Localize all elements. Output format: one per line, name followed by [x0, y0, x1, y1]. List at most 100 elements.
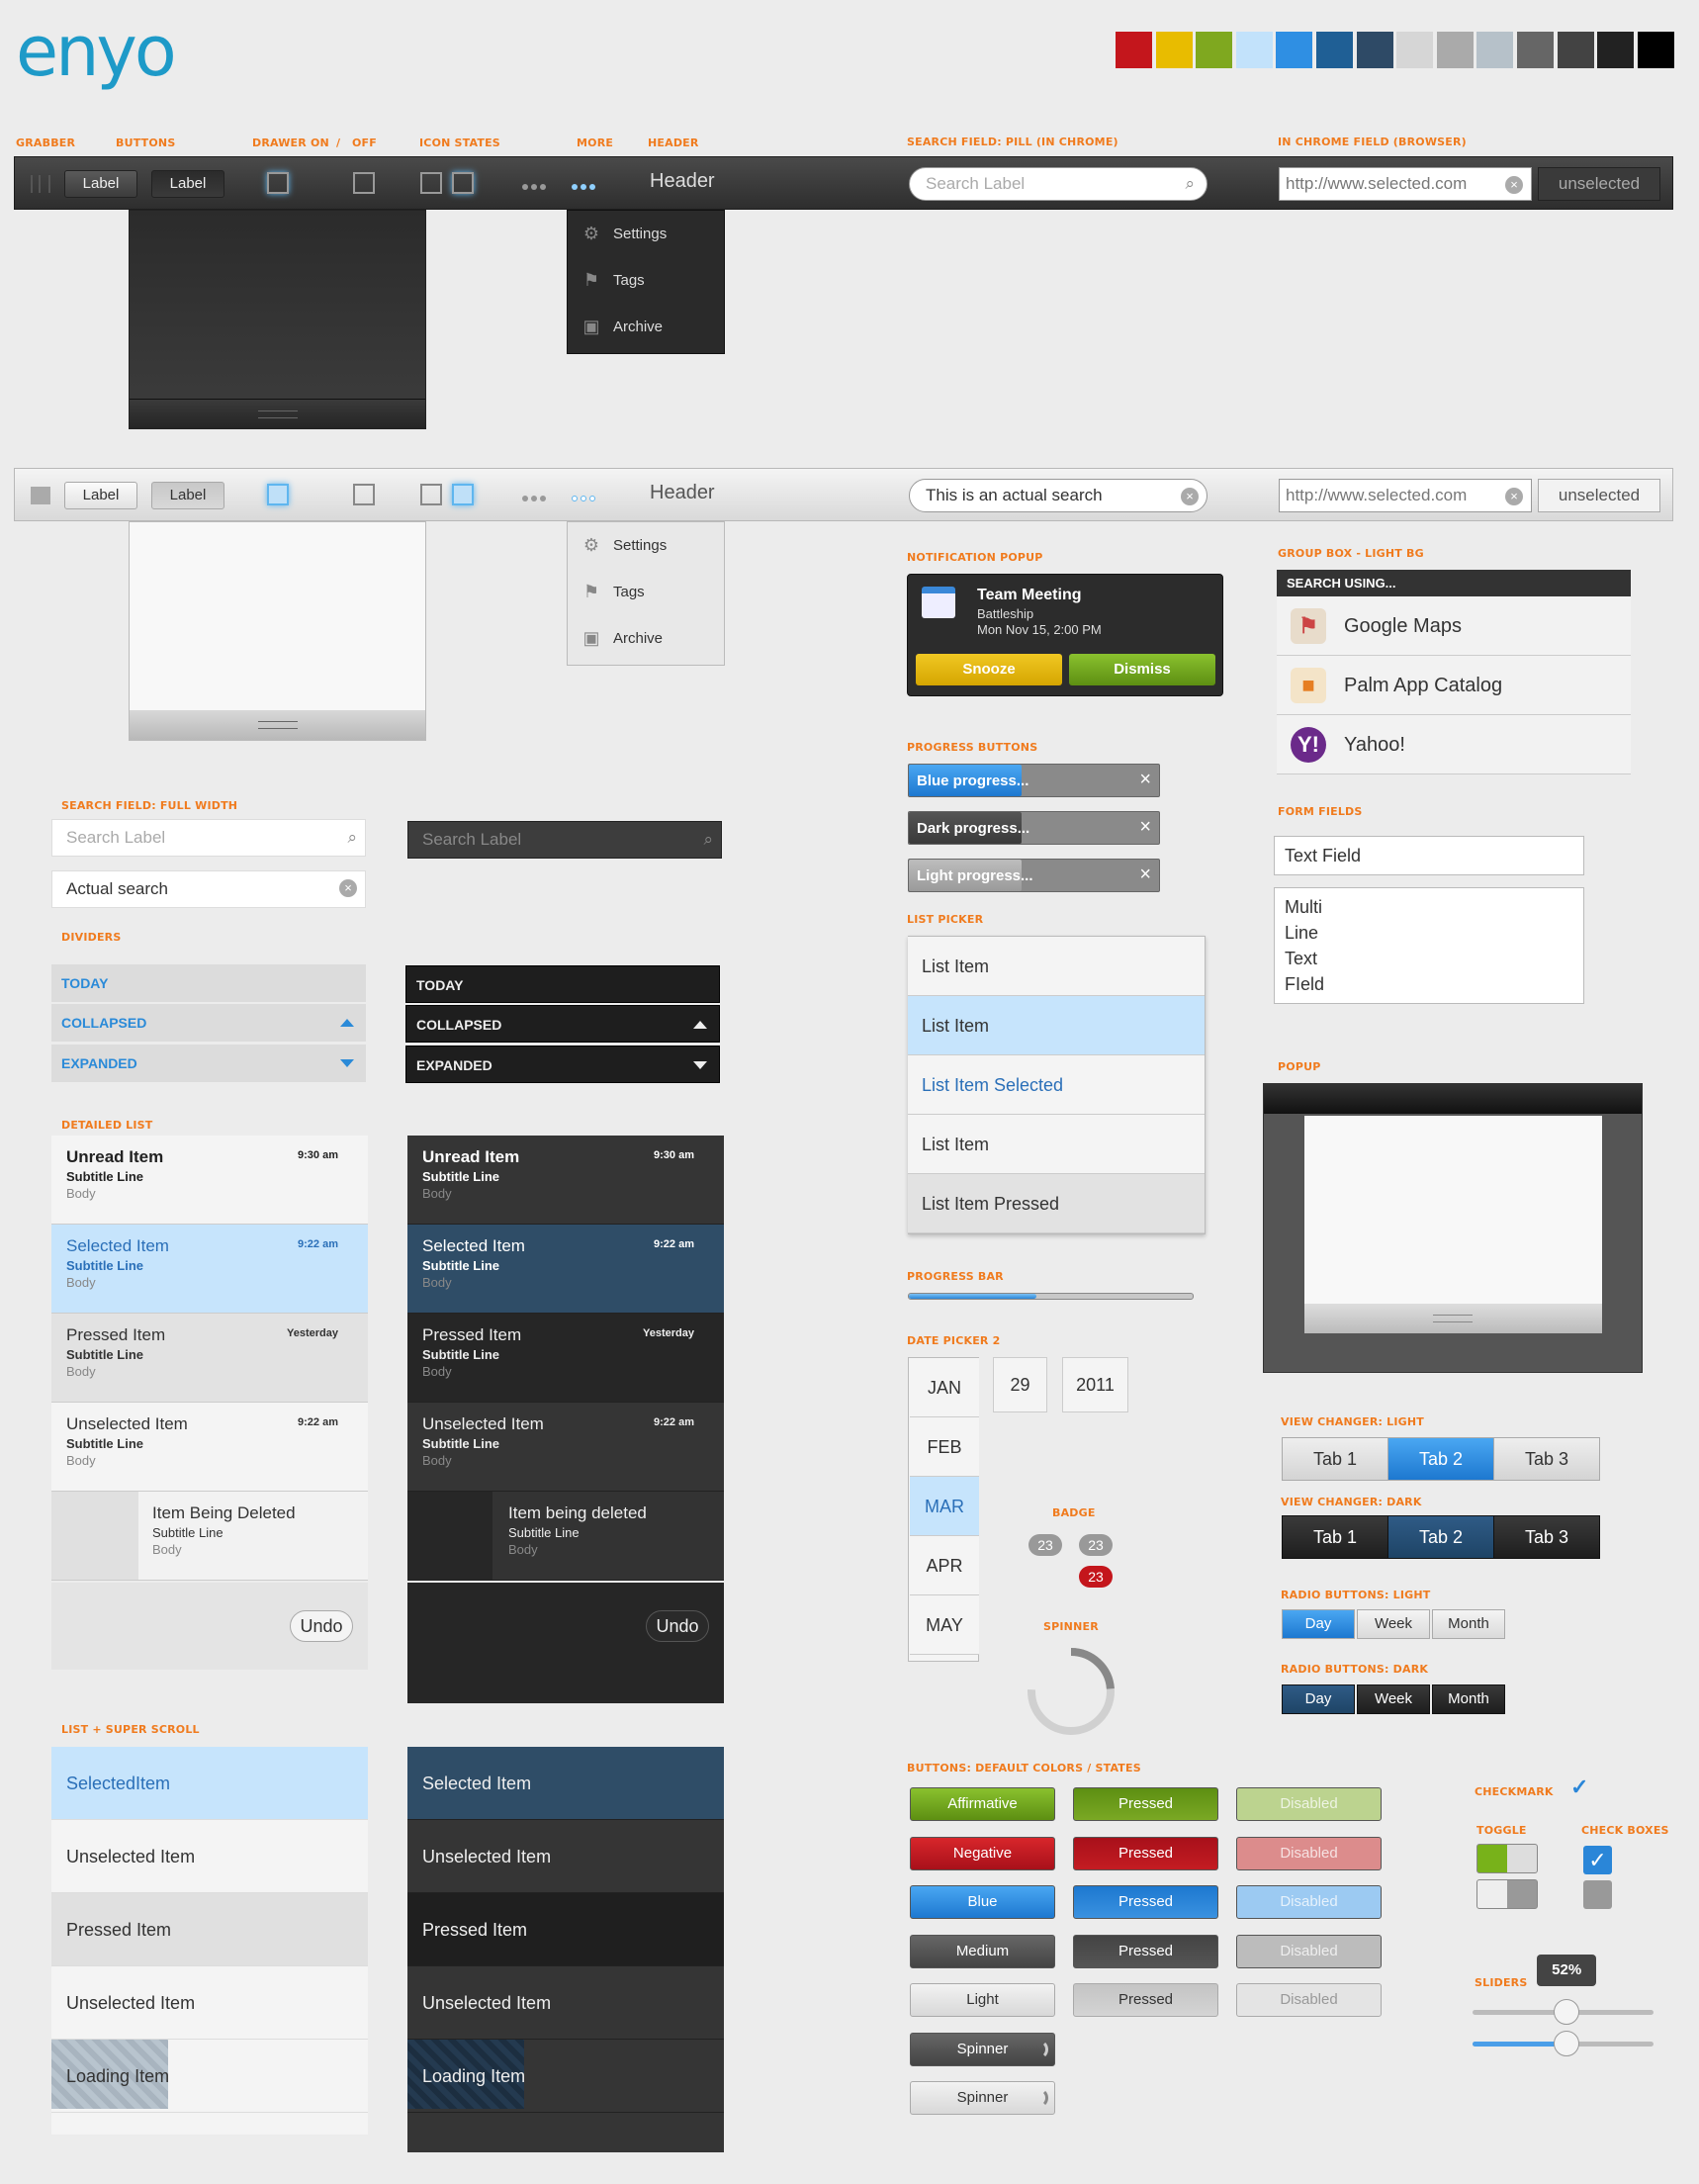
month-option[interactable]: MAR: [910, 1477, 979, 1536]
dismiss-button[interactable]: Dismiss: [1069, 654, 1215, 685]
list-item[interactable]: Unselected Item: [51, 1820, 368, 1893]
drawer-on-icon[interactable]: [267, 484, 289, 505]
progress-button[interactable]: Light progress... ×: [908, 859, 1160, 892]
button-default[interactable]: Negative: [910, 1836, 1055, 1870]
group-item-yahoo[interactable]: Y! Yahoo!: [1277, 715, 1631, 774]
grabber-handle[interactable]: [31, 487, 50, 504]
unselected-field[interactable]: unselected: [1538, 167, 1660, 201]
list-picker-item[interactable]: List Item: [908, 996, 1205, 1055]
divider-collapsed[interactable]: COLLAPSED: [51, 1004, 366, 1042]
more-icon[interactable]: [522, 181, 549, 193]
list-item-deleting-dark[interactable]: Item being deleted Subtitle Line Body: [407, 1492, 724, 1581]
square-icon[interactable]: [420, 172, 442, 194]
button-default[interactable]: Medium: [910, 1934, 1055, 1968]
list-picker-item[interactable]: List Item Pressed: [908, 1174, 1205, 1233]
tab-light[interactable]: Tab 2: [1387, 1437, 1494, 1481]
day-picker[interactable]: 29: [993, 1357, 1047, 1412]
search-icon[interactable]: ⌕: [347, 820, 357, 856]
toolbar-button[interactable]: Label: [64, 482, 137, 509]
toolbar-button-pressed[interactable]: Label: [151, 170, 224, 198]
list-item[interactable]: Pressed Item: [51, 1893, 368, 1966]
button-pressed[interactable]: Pressed: [1073, 1885, 1218, 1919]
menu-item-archive[interactable]: ▣ Archive: [568, 304, 724, 350]
list-item[interactable]: Selected Item Subtitle Line Body 9:22 am: [51, 1225, 368, 1314]
tab-dark[interactable]: Tab 3: [1493, 1515, 1600, 1559]
slider-knob[interactable]: [1554, 2031, 1580, 2056]
button-pressed[interactable]: Pressed: [1073, 1934, 1218, 1968]
square-active-icon[interactable]: [452, 172, 474, 194]
list-item-dark[interactable]: Loading Item: [407, 2040, 724, 2113]
more-active-icon[interactable]: [572, 181, 598, 193]
undo-button[interactable]: Undo: [646, 1610, 709, 1642]
drawer-on-icon[interactable]: [267, 172, 289, 194]
list-item-dark[interactable]: Unselected Item: [407, 1820, 724, 1893]
tab-light[interactable]: Tab 3: [1493, 1437, 1600, 1481]
url-field[interactable]: http://www.selected.com ×: [1279, 479, 1532, 512]
unselected-field[interactable]: unselected: [1538, 479, 1660, 512]
multiline-field[interactable]: Multi Line Text FIeld: [1274, 887, 1584, 1004]
tab-light[interactable]: Tab 1: [1282, 1437, 1388, 1481]
menu-item-archive[interactable]: ▣ Archive: [568, 615, 724, 662]
slider-knob[interactable]: [1554, 1999, 1580, 2025]
toggle-off[interactable]: [1476, 1879, 1538, 1909]
button-pressed[interactable]: Pressed: [1073, 1787, 1218, 1821]
list-item[interactable]: Loading Item: [51, 2040, 368, 2113]
drawer-grip[interactable]: [130, 399, 425, 428]
clear-icon[interactable]: ×: [1181, 488, 1199, 505]
list-item[interactable]: Unread Item Subtitle Line Body 9:30 am: [51, 1136, 368, 1225]
divider-expanded-dark[interactable]: EXPANDED: [405, 1046, 720, 1083]
list-item-dark[interactable]: Pressed Item Subtitle Line Body Yesterday: [407, 1314, 724, 1403]
button-pressed[interactable]: Pressed: [1073, 1983, 1218, 2017]
text-field[interactable]: Text Field: [1274, 836, 1584, 875]
toolbar-button-pressed[interactable]: Label: [151, 482, 224, 509]
search-pill[interactable]: Search Label ⌕: [909, 167, 1207, 201]
radio-dark[interactable]: Week: [1357, 1684, 1430, 1714]
search-icon[interactable]: ⌕: [703, 822, 713, 858]
button-default[interactable]: Spinner: [910, 2032, 1055, 2066]
month-option[interactable]: MAY: [910, 1595, 979, 1655]
more-active-icon[interactable]: [572, 493, 598, 504]
drawer-off-icon[interactable]: [353, 484, 375, 505]
menu-item-settings[interactable]: ⚙ Settings: [568, 522, 724, 569]
url-field[interactable]: http://www.selected.com ×: [1279, 167, 1532, 201]
divider-collapsed-dark[interactable]: COLLAPSED: [405, 1005, 720, 1043]
search-full-dark[interactable]: Search Label ⌕: [407, 821, 722, 859]
list-item-dark[interactable]: Unread Item Subtitle Line Body 9:30 am: [407, 1136, 724, 1225]
menu-item-settings[interactable]: ⚙ Settings: [568, 211, 724, 257]
checkbox-unchecked[interactable]: [1583, 1880, 1612, 1909]
drawer-grip[interactable]: [130, 710, 425, 740]
radio-light[interactable]: Day: [1282, 1609, 1355, 1639]
radio-light[interactable]: Week: [1357, 1609, 1430, 1639]
toggle-on[interactable]: [1476, 1844, 1538, 1873]
snooze-button[interactable]: Snooze: [916, 654, 1062, 685]
progress-button[interactable]: Dark progress... ×: [908, 811, 1160, 845]
list-item-dark[interactable]: Pressed Item: [407, 1893, 724, 1966]
square-active-icon[interactable]: [452, 484, 474, 505]
tab-dark[interactable]: Tab 2: [1387, 1515, 1494, 1559]
button-pressed[interactable]: Pressed: [1073, 1836, 1218, 1870]
list-item-deleting[interactable]: Item Being Deleted Subtitle Line Body: [51, 1492, 368, 1581]
button-default[interactable]: Spinner: [910, 2081, 1055, 2115]
month-option[interactable]: FEB: [910, 1417, 979, 1477]
close-icon[interactable]: ×: [1139, 769, 1151, 791]
toolbar-button[interactable]: Label: [64, 170, 137, 198]
search-pill[interactable]: This is an actual search ×: [909, 479, 1207, 512]
list-item-dark[interactable]: Unselected Item Subtitle Line Body 9:22 am: [407, 1403, 724, 1492]
button-default[interactable]: Blue: [910, 1885, 1055, 1919]
list-picker-item[interactable]: List Item Selected: [908, 1055, 1205, 1115]
undo-button[interactable]: Undo: [290, 1610, 353, 1642]
clear-icon[interactable]: ×: [1505, 176, 1523, 194]
list-item[interactable]: Pressed Item Subtitle Line Body Yesterday: [51, 1314, 368, 1403]
list-item-dark[interactable]: Unselected Item: [407, 1966, 724, 2040]
list-picker-item[interactable]: List Item: [908, 1115, 1205, 1174]
radio-light[interactable]: Month: [1432, 1609, 1505, 1639]
radio-dark[interactable]: Month: [1432, 1684, 1505, 1714]
menu-item-tags[interactable]: ⚑ Tags: [568, 569, 724, 615]
more-icon[interactable]: [522, 493, 549, 504]
radio-dark[interactable]: Day: [1282, 1684, 1355, 1714]
popup-grip[interactable]: [1304, 1304, 1602, 1333]
close-icon[interactable]: ×: [1139, 864, 1151, 886]
search-full-light[interactable]: Search Label ⌕: [51, 819, 366, 857]
list-item[interactable]: SelectedItem: [51, 1747, 368, 1820]
checkbox-checked[interactable]: ✓: [1583, 1846, 1612, 1874]
